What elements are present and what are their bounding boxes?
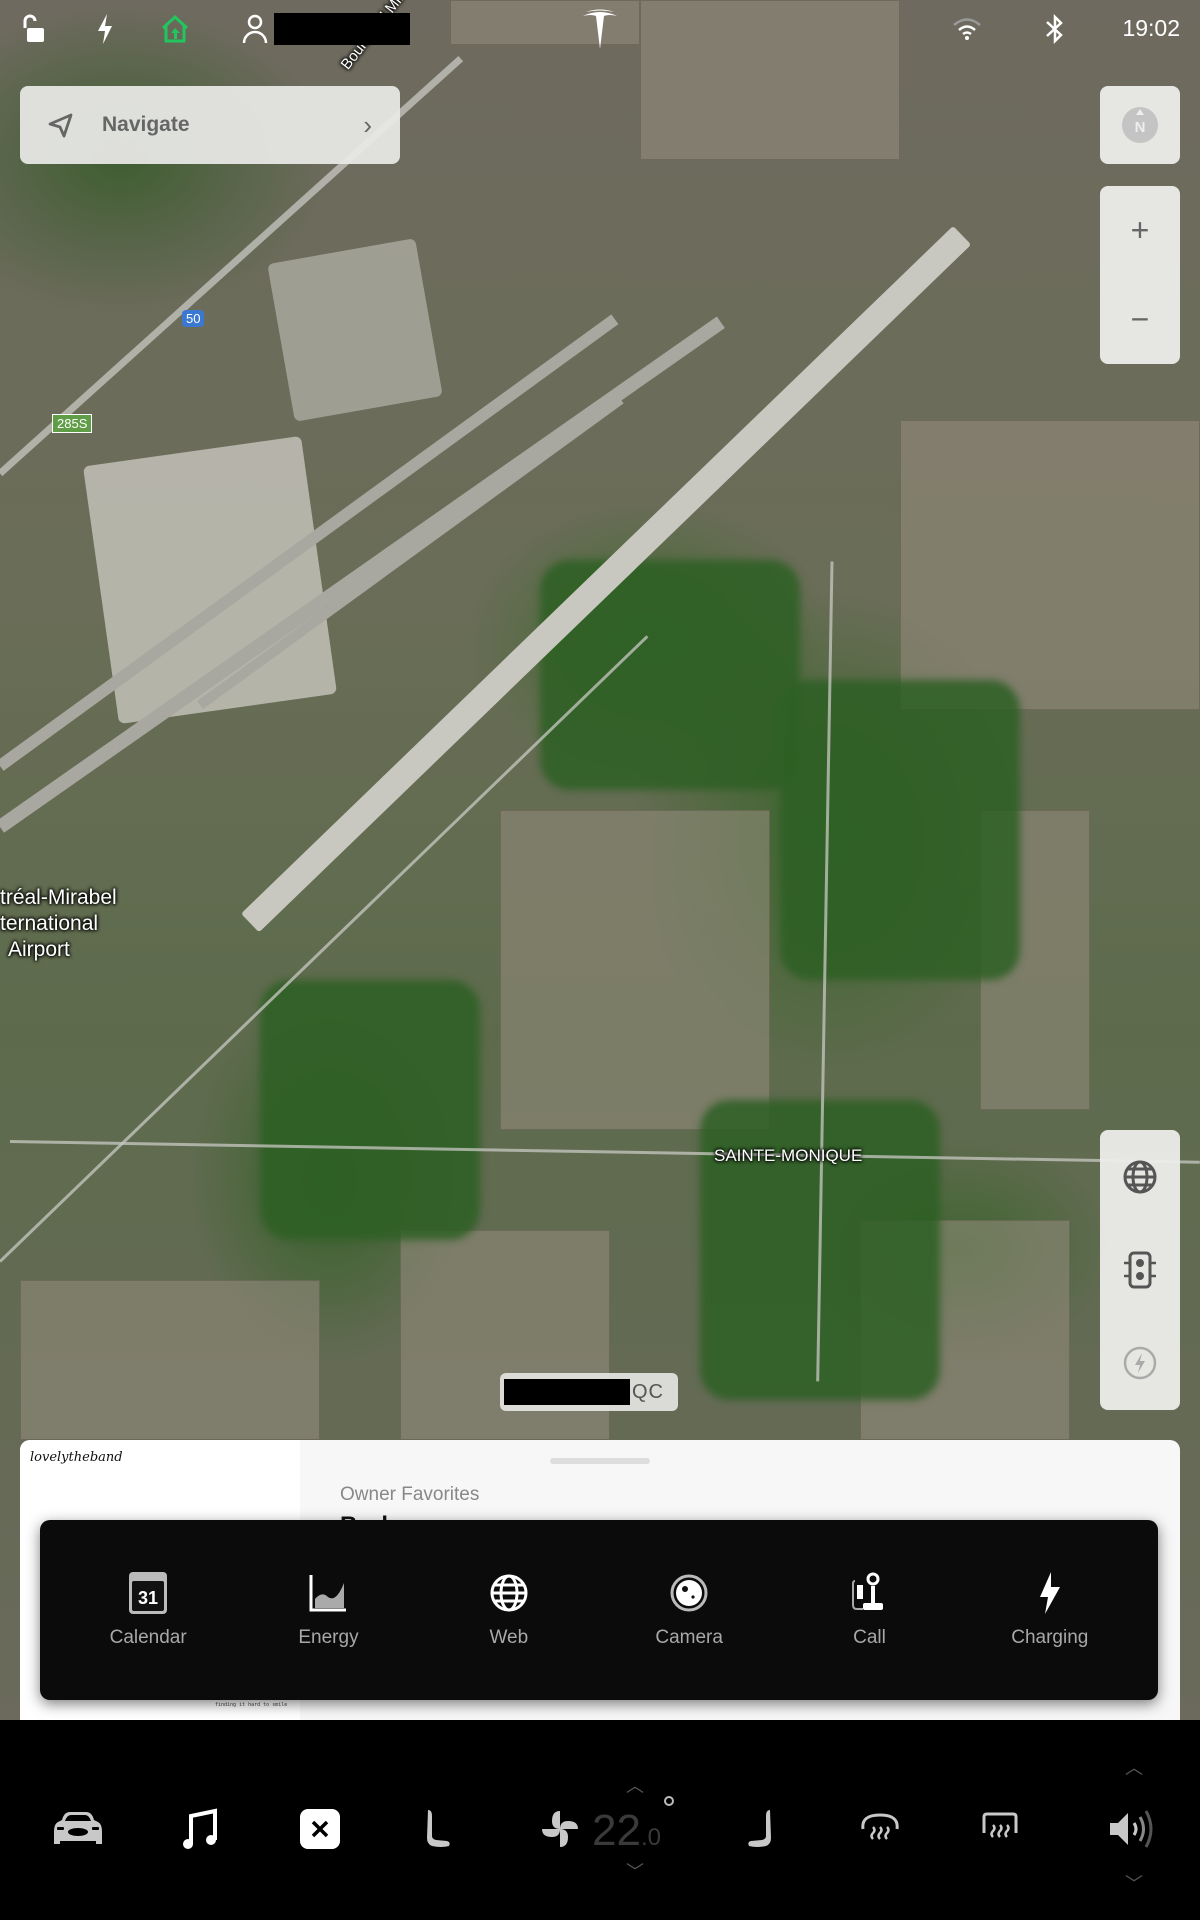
energy-chart-icon bbox=[306, 1571, 350, 1615]
wifi-icon bbox=[950, 12, 984, 46]
passenger-seat-heater-button[interactable] bbox=[730, 1804, 790, 1854]
music-icon bbox=[183, 1808, 217, 1849]
profile-name-redacted bbox=[274, 13, 410, 45]
front-defrost-button[interactable] bbox=[850, 1804, 910, 1854]
volume-icon bbox=[1110, 1810, 1153, 1848]
app-label: Camera bbox=[655, 1627, 723, 1648]
map-field bbox=[900, 420, 1200, 710]
app-energy[interactable]: Energy bbox=[248, 1571, 408, 1649]
car-button[interactable] bbox=[48, 1804, 108, 1854]
driver-seat-heater-button[interactable] bbox=[408, 1804, 468, 1854]
location-region: QC bbox=[632, 1380, 664, 1403]
zoom-control: + − bbox=[1100, 186, 1180, 364]
passenger-seat-icon bbox=[748, 1810, 771, 1847]
traffic-light-icon bbox=[1124, 1251, 1156, 1288]
app-label: Charging bbox=[1011, 1627, 1089, 1648]
navigate-label: Navigate bbox=[102, 113, 190, 136]
car-icon bbox=[54, 1812, 102, 1844]
svg-text:31: 31 bbox=[138, 1588, 158, 1608]
media-button[interactable] bbox=[170, 1804, 230, 1854]
album-caption: finding it hard to smile bbox=[215, 1702, 288, 1708]
temperature-readout: 22.0 bbox=[592, 1806, 661, 1856]
map-field bbox=[500, 810, 770, 1130]
profile-icon[interactable] bbox=[238, 12, 272, 46]
app-label: Web bbox=[489, 1627, 529, 1648]
route-shield-50: 50 bbox=[182, 310, 205, 327]
app-web[interactable]: Web bbox=[429, 1571, 589, 1649]
navigate-button[interactable]: Navigate › bbox=[20, 86, 400, 164]
temperature-down-button[interactable]: ﹀ bbox=[615, 1858, 655, 1884]
globe-icon bbox=[487, 1571, 531, 1615]
satellite-toggle-button[interactable] bbox=[1100, 1130, 1180, 1223]
app-label: Energy bbox=[298, 1627, 359, 1648]
zoom-out-button[interactable]: − bbox=[1100, 275, 1180, 364]
volume-up-button[interactable]: ︿ bbox=[1114, 1754, 1154, 1780]
drag-handle[interactable] bbox=[550, 1458, 650, 1464]
chevron-right-icon: › bbox=[363, 109, 372, 140]
map-forest bbox=[260, 980, 480, 1240]
tesla-logo-icon[interactable] bbox=[580, 8, 620, 50]
camera-icon bbox=[667, 1571, 711, 1615]
compass-button[interactable]: N bbox=[1100, 86, 1180, 164]
lightning-icon bbox=[1028, 1571, 1072, 1615]
bluetooth-icon[interactable] bbox=[1038, 12, 1072, 46]
rear-defrost-button[interactable] bbox=[970, 1804, 1030, 1854]
volume-down-button[interactable]: ﹀ bbox=[1114, 1870, 1154, 1896]
home-icon[interactable] bbox=[158, 12, 192, 46]
front-defrost-icon bbox=[861, 1813, 899, 1840]
degree-symbol bbox=[664, 1796, 674, 1806]
traffic-toggle-button[interactable] bbox=[1100, 1223, 1180, 1316]
location-pill[interactable]: QC bbox=[500, 1373, 678, 1411]
app-launcher: 31 Calendar Energy Web Camera Call Charg… bbox=[40, 1520, 1158, 1700]
route-shield-285s: 285S bbox=[52, 414, 93, 433]
navigation-arrow-icon bbox=[48, 113, 73, 138]
map-label-town: SAINTE-MONIQUE bbox=[714, 1146, 863, 1165]
map-forest bbox=[780, 680, 1020, 980]
volume-button[interactable] bbox=[1102, 1804, 1162, 1854]
media-source: Owner Favorites bbox=[340, 1484, 480, 1505]
zoom-in-button[interactable]: + bbox=[1100, 186, 1180, 275]
temperature-decimal: .0 bbox=[640, 1824, 661, 1851]
airport-label-line1: tréal-Mirabel bbox=[0, 886, 117, 909]
map-road bbox=[9, 1140, 1200, 1164]
status-bar: 19:02 bbox=[0, 0, 1200, 60]
airport-terminal bbox=[267, 238, 443, 422]
calendar-icon: 31 bbox=[126, 1571, 170, 1615]
svg-text:N: N bbox=[1135, 119, 1146, 136]
app-label: Call bbox=[853, 1627, 886, 1648]
app-call[interactable]: Call bbox=[789, 1571, 949, 1649]
app-charging[interactable]: Charging bbox=[970, 1571, 1130, 1649]
map-label-airport: tréal-Mirabel ternational Airport bbox=[0, 885, 117, 963]
album-band-name: lovelytheband bbox=[30, 1450, 123, 1465]
fan-icon bbox=[542, 1811, 578, 1847]
app-label: Calendar bbox=[109, 1627, 187, 1648]
close-app-button[interactable] bbox=[290, 1804, 350, 1854]
lightning-icon[interactable] bbox=[88, 12, 122, 46]
driver-seat-icon bbox=[427, 1810, 450, 1847]
map-layers-control bbox=[1100, 1130, 1180, 1410]
charging-station-icon bbox=[1123, 1346, 1157, 1379]
airport-label-line2: ternational bbox=[0, 912, 99, 935]
location-name-redacted bbox=[504, 1379, 630, 1405]
globe-icon bbox=[1123, 1160, 1157, 1193]
charger-toggle-button[interactable] bbox=[1100, 1316, 1180, 1409]
app-camera[interactable]: Camera bbox=[609, 1571, 769, 1649]
app-calendar[interactable]: 31 Calendar bbox=[68, 1571, 228, 1649]
temperature-whole: 22 bbox=[592, 1806, 641, 1855]
climate-fan-button[interactable] bbox=[530, 1804, 590, 1854]
compass-icon: N bbox=[1122, 107, 1158, 143]
airport-label-line3: Airport bbox=[8, 938, 70, 961]
call-icon bbox=[847, 1571, 891, 1615]
close-app-icon bbox=[300, 1809, 340, 1849]
temperature-up-button[interactable]: ︿ bbox=[615, 1772, 655, 1798]
clock: 19:02 bbox=[1122, 15, 1180, 41]
rear-defrost-icon bbox=[982, 1812, 1018, 1838]
unlock-icon[interactable] bbox=[16, 12, 50, 46]
map-field bbox=[20, 1280, 320, 1440]
